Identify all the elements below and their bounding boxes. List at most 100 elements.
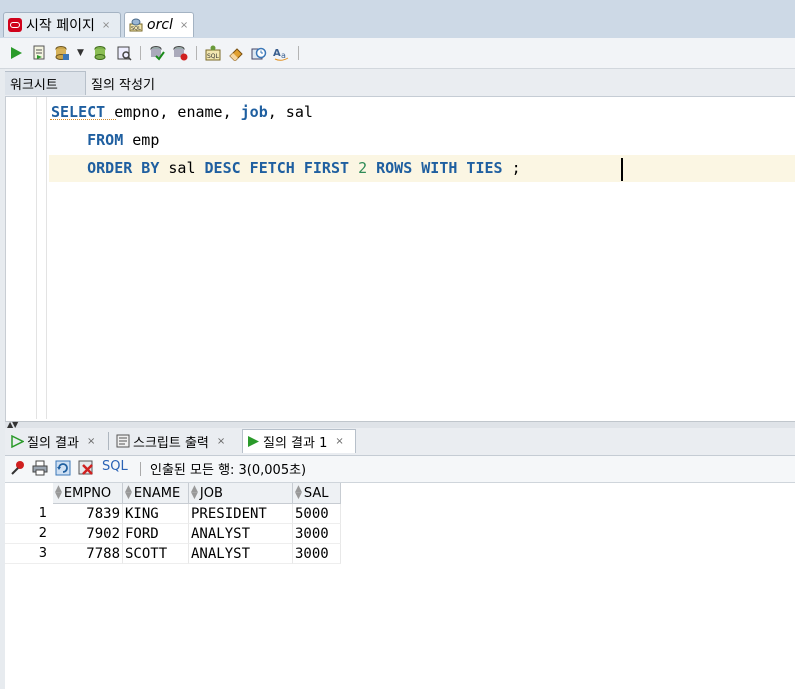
sort-icon[interactable]: ▲ ▼ [295,485,302,501]
code-line[interactable]: SELECT empno, ename, job, sal [51,99,521,125]
code-line[interactable]: ORDER BY sal DESC FETCH FIRST 2 ROWS WIT… [51,155,521,181]
chevron-down-icon[interactable]: ▼ [77,48,84,58]
tab-script-output[interactable]: 스크립트 출력 × [112,429,229,453]
table-cell-empno[interactable]: 7839 [53,504,123,524]
close-icon[interactable]: × [87,436,95,447]
pin-button[interactable] [10,460,26,480]
table-cell-sal[interactable]: 3000 [293,544,341,564]
code-token: ROWS WITH TIES [376,159,503,177]
table-row[interactable]: 2 7902 FORD ANALYST 3000 [5,524,341,544]
code-line[interactable]: FROM emp [51,127,521,153]
commit-button[interactable] [91,44,109,62]
database-icon [55,46,69,60]
format-case-button[interactable]: Aa [273,44,291,62]
gutter-divider [36,97,37,419]
commit-transaction-button[interactable] [148,44,166,62]
sort-icon[interactable]: ▲ ▼ [125,485,132,501]
sort-icon[interactable]: ▲ ▼ [55,485,62,501]
code-token: ORDER BY [87,159,160,177]
table-cell-ename[interactable]: SCOTT [123,544,189,564]
row-number[interactable]: 2 [5,524,53,544]
play-icon [11,47,22,59]
tab-worksheet[interactable]: 워크시트 [1,71,86,95]
table-cell-sal[interactable]: 5000 [293,504,341,524]
text-case-icon: Aa [273,48,289,61]
svg-text:a: a [281,51,286,60]
close-icon[interactable]: × [102,20,110,31]
commit-icon [94,46,106,60]
sql-tuning-button[interactable]: SQL [204,44,222,62]
tab-label: 질의 작성기 [91,77,155,93]
script-output-icon [116,434,130,448]
tab-label: 질의 결과 1 [263,436,328,451]
close-icon[interactable]: × [217,436,225,447]
row-number[interactable]: 1 [5,504,53,524]
column-header-label: JOB [199,485,223,501]
column-header-sal[interactable]: ▲ ▼ SAL [293,483,341,504]
autotrace-button[interactable] [53,44,71,62]
table-cell-empno[interactable]: 7902 [53,524,123,544]
table-cell-sal[interactable]: 3000 [293,524,341,544]
code-token: DESC FETCH FIRST [204,159,350,177]
rollback-button[interactable] [171,44,189,62]
tab-orcl[interactable]: SQL orcl × [124,12,194,37]
code-token: 2 [358,159,368,177]
print-icon [32,460,48,476]
tab-query-result[interactable]: 질의 결과 × [7,429,99,453]
table-row[interactable]: 1 7839 KING PRESIDENT 5000 [5,504,341,524]
column-header-label: ENAME [133,485,181,501]
code-token: ; [502,159,521,177]
toolbar-separator [196,46,197,60]
tab-query-result-1[interactable]: 질의 결과 1 × [242,429,356,453]
tab-query-builder[interactable]: 질의 작성기 [83,71,163,95]
run-statement-button[interactable] [7,44,25,62]
code-token: sal [159,159,205,177]
column-header-ename[interactable]: ▲ ▼ ENAME [123,483,189,504]
commit-check-icon [150,46,165,61]
explain-plan-button[interactable] [115,44,133,62]
history-icon [251,47,267,60]
toolbar-separator [140,46,141,60]
sort-icon[interactable]: ▲ ▼ [191,485,198,501]
code-token: job [240,103,268,121]
toolbar-separator [298,46,299,60]
close-icon[interactable]: × [180,20,188,31]
sql-link[interactable]: SQL [102,459,128,474]
sql-history-button[interactable] [250,44,268,62]
column-header-job[interactable]: ▲ ▼ JOB [189,483,293,504]
refresh-button[interactable] [55,460,71,480]
code-token: FROM [87,131,124,149]
rollback-icon [173,46,188,61]
cancel-query-icon [78,460,93,475]
result-grid: ▲ ▼ EMPNO ▲ ▼ ENAME ▲ ▼ JOB ▲ ▼ SAL 1 7839 KING PRE… [5,483,795,689]
table-row[interactable]: 3 7788 SCOTT ANALYST 3000 [5,544,341,564]
print-button[interactable] [32,460,48,480]
code-lines[interactable]: SELECT empno, ename, job, sal FROM emp O… [51,99,521,181]
table-cell-ename[interactable]: KING [123,504,189,524]
column-header-empno[interactable]: ▲ ▼ EMPNO [53,483,123,504]
toolbar-separator [140,462,141,476]
table-cell-empno[interactable]: 7788 [53,544,123,564]
tab-label: 워크시트 [10,78,58,93]
close-icon[interactable]: × [335,436,343,447]
script-icon [33,45,45,60]
code-token: emp [123,131,160,149]
row-number-header [5,483,53,504]
tab-start-page[interactable]: 시작 페이지 × [3,12,121,37]
row-number[interactable]: 3 [5,544,53,564]
code-token: empno, ename, [105,103,241,121]
run-script-button[interactable] [30,44,48,62]
code-token: , sal [267,103,313,121]
table-cell-job[interactable]: ANALYST [189,524,293,544]
clear-button[interactable] [227,44,245,62]
explain-plan-icon [117,46,132,61]
pin-icon [11,461,24,475]
table-cell-ename[interactable]: FORD [123,524,189,544]
table-cell-job[interactable]: PRESIDENT [189,504,293,524]
table-cell-job[interactable]: ANALYST [189,544,293,564]
cancel-button[interactable] [78,460,94,480]
text-caret [621,158,623,181]
